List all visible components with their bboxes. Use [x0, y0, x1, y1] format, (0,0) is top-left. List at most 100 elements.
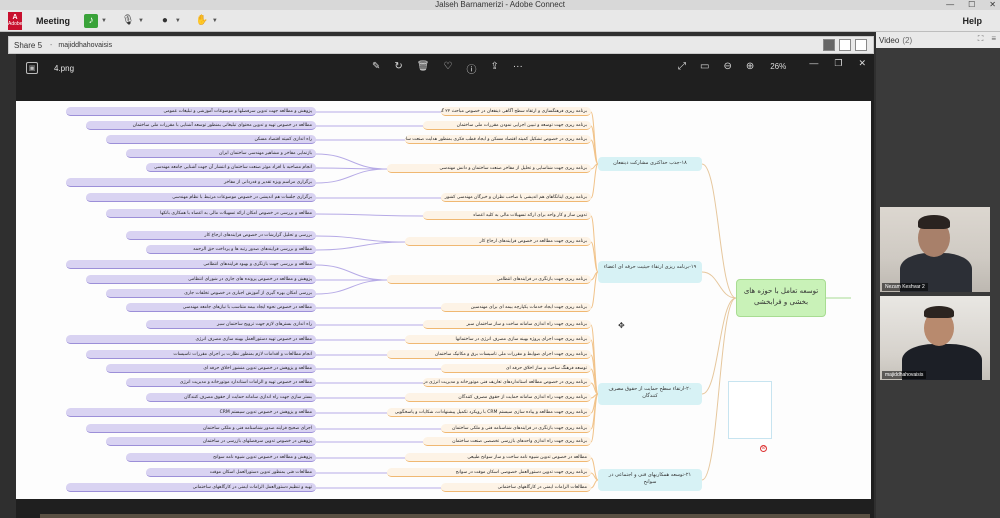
- mind-map-leaf: پژوهش و مطالعه جهت تدوین سرفصلها و موضوع…: [66, 107, 316, 116]
- video-feed-label: majiddhahovaisis: [882, 371, 927, 379]
- speaker-button[interactable]: ♪ ▼: [84, 13, 107, 29]
- menu-icon[interactable]: ≡: [991, 34, 996, 44]
- connector-line: [315, 264, 388, 281]
- connector-line: [590, 111, 599, 165]
- share-pod-separator: -: [50, 41, 53, 49]
- empty-node: [728, 381, 772, 439]
- microphone-button[interactable]: 🎙 ▼: [121, 13, 144, 29]
- mind-map-leaf: مطالعه و پژوهش در خصوص تدوین سیستم CRM: [66, 408, 316, 417]
- mind-map-image: توسعه تعامل با حوزه های بخشی و فرابخشی ⊘…: [16, 101, 871, 499]
- mind-map-branch: ۲۰-ارتقاء سطح حمایت از حقوق مصرف کنندگان: [598, 383, 702, 405]
- video-pod-title: Video: [879, 35, 900, 45]
- minimize-button[interactable]: —: [946, 0, 954, 10]
- adobe-logo: A Adobe: [8, 11, 22, 30]
- viewer-window-controls: — ❐ ✕: [809, 58, 866, 69]
- maximize-button[interactable]: ☐: [968, 0, 975, 10]
- fullscreen-icon[interactable]: ⛶: [978, 34, 984, 44]
- no-entry-icon: ⊘: [760, 445, 767, 452]
- mind-map-topic: برنامه ریزی اینانگاهای هم اندیشی با صاحب…: [441, 193, 591, 202]
- mind-map-leaf: بررسی امکان بهره گیری از آموزش اجباری در…: [106, 289, 316, 298]
- connector-line: [590, 479, 599, 489]
- video-feed[interactable]: Nezam Keshvar 2: [880, 207, 990, 292]
- zoom-out-icon[interactable]: ⊖: [723, 61, 731, 72]
- mind-map-branch: ۲۱-توسعه همکاریهای فنی و اجتماعی در سوان…: [598, 469, 702, 491]
- mind-map-leaf: راه اندازی کمیته اقتصاد مسکن: [106, 135, 316, 144]
- adobe-logo-letter: A: [12, 13, 18, 21]
- window-titlebar: Jalseh Barnamerizi - Adobe Connect — ☐ ✕: [0, 0, 1000, 10]
- mind-map-leaf: مطالعه در خصوص تهیه و تدوین محتوای تبلیغ…: [86, 121, 316, 130]
- mind-map-leaf: پژوهش و مطالعه در خصوص تدوین شیوه نامه س…: [126, 453, 316, 462]
- fit-width-button[interactable]: [823, 39, 835, 51]
- mind-map-topic: برنامه ریزی جهت راه اندازی سامانه ساخت و…: [423, 320, 591, 329]
- mind-map-topic: برنامه ریزی جهت توسعه و تبیین اجرایی نمو…: [423, 121, 591, 130]
- video-pod-count: (2): [902, 35, 913, 45]
- taskbar-strip: [40, 514, 870, 518]
- help-menu[interactable]: Help: [962, 16, 982, 26]
- mind-map-topic: برنامه ریزی جهت راه اندازی واحدهای بازرس…: [423, 437, 591, 446]
- mind-map-leaf: انجام مطالعات و اقدامات لازم بمنظور نظار…: [86, 350, 316, 359]
- restore-icon[interactable]: ❐: [834, 58, 842, 69]
- share-icon[interactable]: ⇪: [490, 61, 498, 76]
- close-icon[interactable]: ✕: [858, 58, 866, 69]
- mind-map-root: توسعه تعامل با حوزه های بخشی و فرابخشی: [736, 279, 826, 317]
- zoom-in-icon[interactable]: ⊕: [746, 61, 754, 72]
- video-feed-label: Nezam Keshvar 2: [882, 283, 928, 291]
- connector-line: [701, 297, 737, 395]
- info-icon[interactable]: ⓘ: [466, 61, 476, 76]
- mind-map-topic: برنامه ریزی فرهنگسازی و ارتقاء سطح آگاهی…: [441, 107, 591, 116]
- rotate-icon[interactable]: ↻: [394, 61, 402, 76]
- chevron-down-icon: ▼: [174, 17, 181, 24]
- mind-map-leaf: بستر سازی جهت راه اندازی سامانه حمایت از…: [146, 393, 316, 402]
- fullscreen-button[interactable]: [839, 39, 851, 51]
- mind-map-topic: برنامه ریزی جهت اجرای ضوابط و مقررات ملی…: [387, 350, 591, 359]
- viewer-zoom-tools: ⤢ ▭ ⊖ ⊕ 26%: [678, 61, 786, 72]
- camera-button[interactable]: ● ▼: [158, 13, 181, 29]
- mind-map-leaf: مطالعه و بررسی در خصوص امکان ارائه تسهیل…: [106, 209, 316, 218]
- mind-map-topic: برنامه ریزی جهت اجرای پروژه بهینه سازی م…: [405, 335, 591, 344]
- expand-icon[interactable]: ⤢: [678, 61, 686, 72]
- meeting-menu[interactable]: Meeting: [36, 16, 70, 26]
- mind-map-leaf: پژوهش در خصوص تدوین سرفصلهای بازرسی در س…: [106, 437, 316, 446]
- video-pod-header: Video (2) ⛶ ≡: [876, 32, 1000, 48]
- mind-map-topic: برنامه ریزی جهت مطالعه و پیاده سازی سیست…: [387, 408, 591, 417]
- mind-map-leaf: برگزاری مراسم ویژه تقدیر و قدردانی از مف…: [66, 178, 316, 187]
- person-hair: [918, 215, 950, 229]
- connector-line: [315, 279, 388, 295]
- minimize-icon[interactable]: —: [809, 58, 818, 69]
- mind-map-topic: برنامه ریزی جهت تدوین دستورالعمل خصوصی ا…: [387, 468, 591, 477]
- mind-map-leaf: پژوهش و مطالعه در خصوص پرونده های جاری د…: [86, 275, 316, 284]
- fit-icon[interactable]: ▭: [700, 61, 709, 72]
- video-feed[interactable]: majiddhahovaisis: [880, 296, 990, 380]
- chevron-down-icon: ▼: [101, 17, 107, 24]
- raise-hand-button[interactable]: ✋ ▼: [195, 13, 218, 29]
- pod-options-button[interactable]: [855, 39, 867, 51]
- share-pod-header: Share 5 - majiddhahovaisis: [8, 36, 874, 54]
- connector-line: [315, 235, 406, 243]
- window-controls: — ☐ ✕: [946, 0, 996, 10]
- connector-line: [315, 241, 406, 251]
- mind-map-topic: برنامه ریزی در خصوص مطالعه استانداردهای …: [423, 378, 591, 387]
- menu-bar: A Adobe Meeting ♪ ▼ 🎙 ▼ ● ▼ ✋ ▼ Help: [0, 10, 1000, 32]
- more-icon[interactable]: ···: [513, 61, 523, 76]
- raise-hand-icon: ✋: [195, 15, 209, 26]
- mind-map-topic: مطالعه در خصوص تدوین شیوه نامه ساخت و سا…: [405, 453, 591, 462]
- close-button[interactable]: ✕: [989, 0, 996, 10]
- edit-icon[interactable]: ✎: [372, 61, 380, 76]
- heart-icon[interactable]: ♡: [443, 61, 452, 76]
- mind-map-topic: برنامه ریزی جهت شناسایی و تحلیل از مفاخر…: [387, 164, 591, 173]
- app-window: Jalseh Barnamerizi - Adobe Connect — ☐ ✕…: [0, 0, 1000, 518]
- video-pod-controls: ⛶ ≡: [978, 34, 996, 44]
- viewer-tools: ✎ ↻ 🗑 ♡ ⓘ ⇪ ···: [372, 61, 523, 76]
- connector-line: [315, 153, 388, 170]
- mind-map-leaf: برگزاری جلسات هم اندیشی در خصوص موضوعات …: [86, 193, 316, 202]
- mind-map-topic: توسعه فرهنگ ساخت و ساز اخلاق حرفه ای: [441, 364, 591, 373]
- mind-map-leaf: بازنمایی مفاخر و مشاهیر مهندسی ساختمان ا…: [126, 149, 316, 158]
- mind-map-leaf: مطالعه و بررسی جهت بازنگری و بهبود فراین…: [66, 260, 316, 269]
- delete-icon[interactable]: 🗑: [417, 61, 430, 76]
- share-pod-presenter: majiddhahovaisis: [58, 41, 113, 49]
- mind-map-branch: ۱۹-برنامه ریزی ارتقاء حیثیت حرفه ای اعضا…: [598, 261, 702, 283]
- connector-line: [315, 168, 388, 184]
- mind-map-topic: برنامه ریزی جهت ایجاد خدمات یکپارچه بیمه…: [441, 303, 591, 312]
- connector-line: [315, 213, 424, 217]
- zoom-level: 26%: [770, 62, 787, 71]
